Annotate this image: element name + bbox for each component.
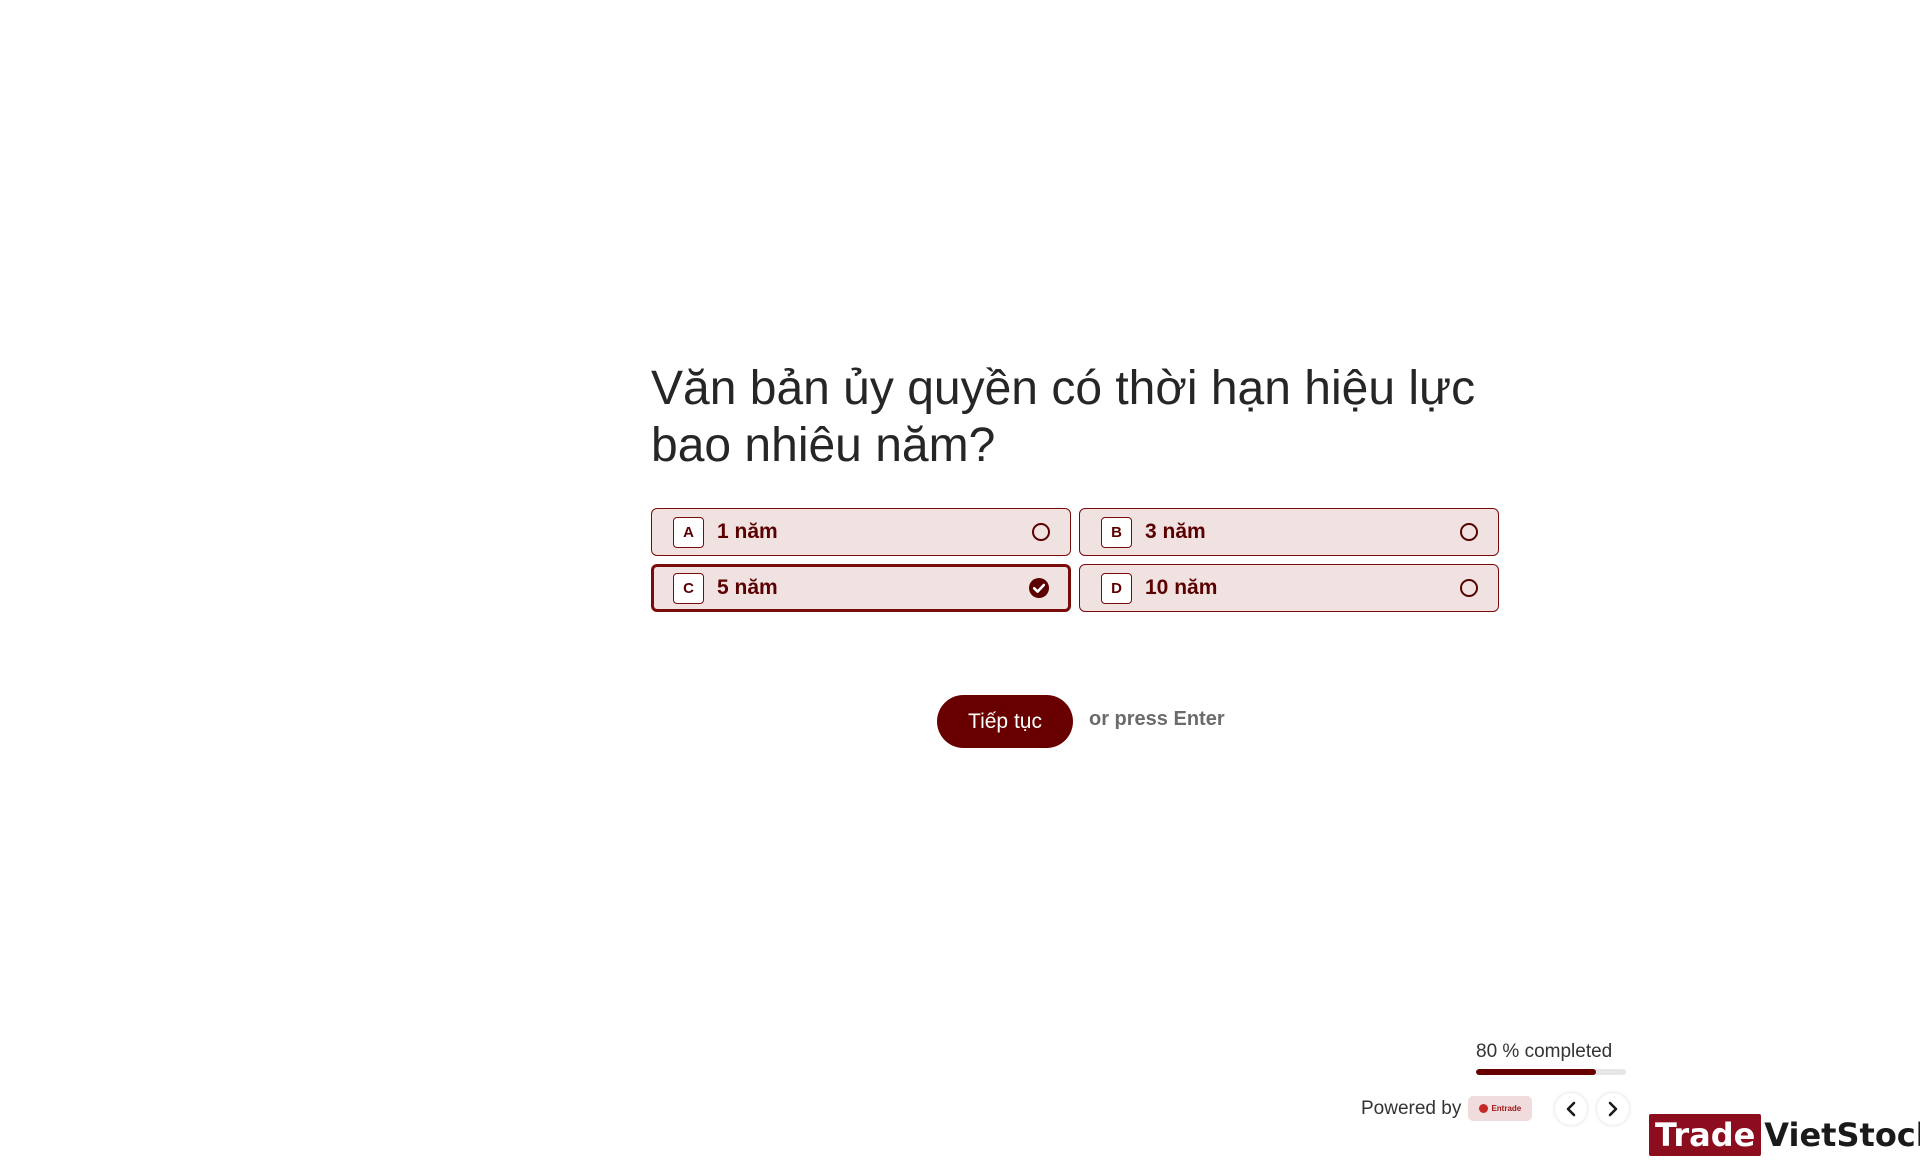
choice-key: D [1101, 572, 1132, 604]
choice-key: A [673, 516, 704, 548]
answer-choices: A 1 năm B 3 năm C 5 năm D 10 năm [651, 508, 1499, 612]
press-enter-hint: or press Enter [1089, 708, 1225, 730]
choice-label: 5 năm [717, 576, 778, 599]
radio-empty-icon [1032, 523, 1050, 541]
choice-label: 10 năm [1145, 576, 1218, 599]
previous-button[interactable] [1555, 1093, 1587, 1125]
progress-bar [1476, 1069, 1626, 1075]
choice-d[interactable]: D 10 năm [1079, 564, 1499, 612]
choice-c[interactable]: C 5 năm [651, 564, 1071, 612]
continue-button[interactable]: Tiếp tục [937, 695, 1073, 748]
next-button[interactable] [1597, 1093, 1629, 1125]
choice-label: 1 năm [717, 520, 778, 543]
chevron-left-icon [1566, 1101, 1576, 1117]
watermark-part-2: VietStock [1764, 1116, 1920, 1154]
choice-key: B [1101, 516, 1132, 548]
watermark-part-1: Trade [1649, 1114, 1762, 1156]
choice-a[interactable]: A 1 năm [651, 508, 1071, 556]
check-circle-icon [1029, 578, 1049, 598]
powered-by-label: Powered by [1361, 1097, 1462, 1119]
progress-fill [1476, 1069, 1596, 1075]
brand-logo-text: Entrade [1491, 1104, 1522, 1113]
brand-logo-icon [1479, 1104, 1489, 1113]
brand-logo[interactable]: Entrade [1468, 1096, 1533, 1121]
radio-empty-icon [1460, 523, 1478, 541]
chevron-right-icon [1608, 1101, 1618, 1117]
question-title: Văn bản ủy quyền có thời hạn hiệu lực ba… [651, 362, 1476, 472]
quiz-page: Văn bản ủy quyền có thời hạn hiệu lực ba… [0, 0, 1920, 1176]
radio-empty-icon [1460, 579, 1478, 597]
powered-by: Powered by Entrade [1361, 1096, 1533, 1121]
progress-label: 80 % completed [1476, 1041, 1613, 1062]
choice-b[interactable]: B 3 năm [1079, 508, 1499, 556]
watermark-logo: Trade VietStock [1649, 1114, 1920, 1156]
choice-key: C [673, 572, 704, 604]
choice-label: 3 năm [1145, 520, 1206, 543]
